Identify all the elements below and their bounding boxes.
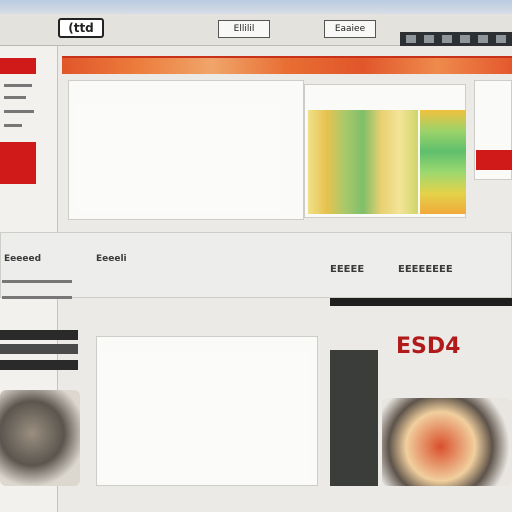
dark-divider xyxy=(330,298,512,306)
tab-1[interactable]: Ellilil xyxy=(218,20,270,38)
left-heading: Eeeeed xyxy=(4,254,42,264)
left-row-line xyxy=(2,296,72,299)
toolbar-icon[interactable] xyxy=(496,35,506,43)
mid-heading: Eeeeli xyxy=(96,254,127,264)
heatmap-bar xyxy=(420,110,466,214)
right-heading-2: EEEEEEEE xyxy=(398,264,453,275)
heatmap-table xyxy=(308,110,418,214)
app-logo[interactable]: (ttd xyxy=(58,18,104,38)
left-row-dark xyxy=(0,360,78,370)
sidebar-line xyxy=(4,84,32,87)
sidebar-line xyxy=(4,110,34,113)
toolbar-icon[interactable] xyxy=(460,35,470,43)
accent-band xyxy=(62,56,512,74)
tab-2[interactable]: Eaaiee xyxy=(324,20,376,38)
toolbar-icon[interactable] xyxy=(424,35,434,43)
sidebar-accent-mid[interactable] xyxy=(0,142,36,184)
side-title: ESD4 xyxy=(396,334,461,359)
right-red-button[interactable] xyxy=(476,150,512,170)
dark-preview-box xyxy=(330,350,378,486)
top-left-text xyxy=(74,104,280,214)
thumbnail-image-left[interactable] xyxy=(0,390,80,486)
bottom-text xyxy=(100,352,310,482)
sidebar-line xyxy=(4,124,22,127)
toolbar-icon[interactable] xyxy=(442,35,452,43)
toolbar-icon[interactable] xyxy=(478,35,488,43)
sidebar-accent-top xyxy=(0,58,36,74)
right-heading-1: EEEEE xyxy=(330,264,365,275)
left-row-dark xyxy=(0,330,78,340)
toolbar-icon-strip xyxy=(400,32,512,46)
left-row-dark xyxy=(0,344,78,354)
sidebar-line xyxy=(4,96,26,99)
top-chrome-bar xyxy=(0,0,512,14)
accent-band-edge xyxy=(62,56,512,58)
toolbar-icon[interactable] xyxy=(406,35,416,43)
left-row-line xyxy=(2,280,72,283)
thumbnail-image-right[interactable] xyxy=(382,398,512,486)
